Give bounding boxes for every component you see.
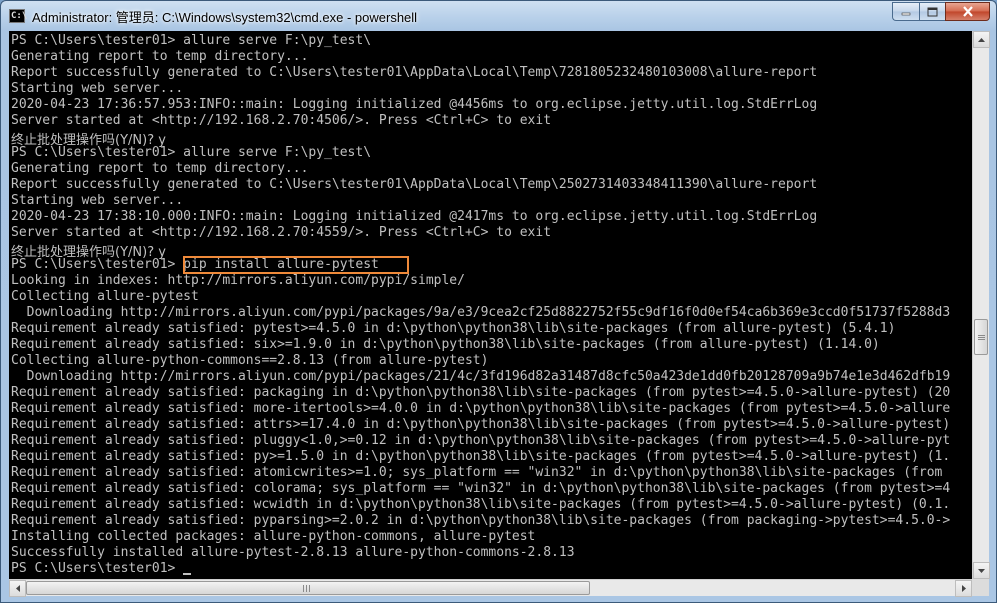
console-line: 2020-04-23 17:36:57.953:INFO::main: Logg… [11, 97, 818, 112]
thumb-grip [978, 335, 985, 336]
console-line: PS C:\Users\tester01> [11, 561, 950, 577]
console-line: PS C:\Users\tester01> allure serve F:\py… [11, 145, 372, 160]
text-cursor [183, 573, 192, 575]
scroll-up-button[interactable] [973, 31, 990, 48]
console-line: Successfully installed allure-pytest-2.8… [11, 545, 575, 560]
console-line: Starting web server... [11, 81, 184, 96]
arrow-right-icon [961, 585, 966, 592]
console-line: Generating report to temp directory... [11, 161, 309, 176]
console-line: Requirement already satisfied: wcwidth i… [11, 497, 951, 512]
console-line: Requirement already satisfied: pyparsing… [11, 513, 951, 528]
console-line: Requirement already satisfied: atomicwri… [11, 465, 943, 480]
thumb-grip [303, 585, 310, 592]
resize-corner[interactable] [972, 579, 989, 596]
console-line: Downloading http://mirrors.aliyun.com/py… [11, 305, 951, 320]
console-line: Requirement already satisfied: more-iter… [11, 401, 951, 416]
title-bar[interactable]: C:\ Administrator: 管理员: C:\Windows\syste… [1, 1, 996, 31]
maximize-icon [927, 7, 938, 16]
console-line: Server started at <http://192.168.2.70:4… [11, 225, 552, 240]
console-line: Requirement already satisfied: py>=1.5.0… [11, 449, 951, 464]
console-line: Downloading http://mirrors.aliyun.com/py… [11, 369, 951, 384]
console-line: 终止批处理操作吗(Y/N)? y [11, 133, 166, 148]
arrow-up-icon [978, 37, 985, 42]
vertical-scroll-thumb[interactable] [974, 319, 988, 355]
cmd-window: C:\ Administrator: 管理员: C:\Windows\syste… [0, 0, 997, 603]
scroll-left-button[interactable] [9, 580, 26, 597]
horizontal-scrollbar[interactable] [9, 579, 972, 597]
console-line: Generating report to temp directory... [11, 49, 309, 64]
close-button[interactable] [945, 2, 990, 21]
window-title: Administrator: 管理员: C:\Windows\system32\… [32, 10, 418, 25]
console-lines: PS C:\Users\tester01> allure serve F:\py… [11, 33, 950, 577]
close-icon [962, 6, 973, 17]
scroll-down-button[interactable] [973, 562, 990, 579]
thumb-grip [978, 337, 985, 338]
maximize-button[interactable] [919, 2, 945, 21]
console-line: PS C:\Users\tester01> pip install allure… [11, 257, 379, 272]
console-line: Requirement already satisfied: packaging… [11, 385, 951, 400]
console-line: PS C:\Users\tester01> allure serve F:\py… [11, 33, 372, 48]
highlight-box [183, 256, 409, 274]
console-line: Requirement already satisfied: attrs>=17… [11, 417, 951, 432]
arrow-left-icon [15, 585, 20, 592]
console-line: Looking in indexes: http://mirrors.aliyu… [11, 273, 465, 288]
console-line: Server started at <http://192.168.2.70:4… [11, 113, 552, 128]
scroll-right-button[interactable] [955, 580, 972, 597]
horizontal-scroll-thumb[interactable] [26, 581, 590, 595]
minimize-icon [901, 12, 911, 15]
minimize-button[interactable] [892, 2, 919, 21]
console-line: Collecting allure-pytest [11, 289, 199, 304]
vertical-scrollbar[interactable] [972, 31, 990, 579]
console-line: Requirement already satisfied: pluggy<1.… [11, 433, 951, 448]
console-line: Requirement already satisfied: colorama;… [11, 481, 951, 496]
console-line: Collecting allure-python-commons==2.8.13… [11, 353, 489, 368]
console-line: 2020-04-23 17:38:10.000:INFO::main: Logg… [11, 209, 818, 224]
console-line: Installing collected packages: allure-py… [11, 529, 536, 544]
arrow-down-icon [978, 568, 985, 573]
console-line: Report successfully generated to C:\User… [11, 177, 818, 192]
console-line: Requirement already satisfied: six>=1.9.… [11, 337, 880, 352]
console-line: 终止批处理操作吗(Y/N)? y [11, 245, 166, 260]
window-controls [892, 2, 990, 21]
console-line: Starting web server... [11, 193, 184, 208]
cmd-icon-glyph: C:\ [11, 11, 28, 21]
cmd-app-icon[interactable]: C:\ [9, 9, 28, 23]
console-line: Report successfully generated to C:\User… [11, 65, 818, 80]
console-output[interactable]: PS C:\Users\tester01> allure serve F:\py… [9, 31, 972, 579]
console-line: Requirement already satisfied: pytest>=4… [11, 321, 896, 336]
thumb-grip [978, 339, 985, 340]
